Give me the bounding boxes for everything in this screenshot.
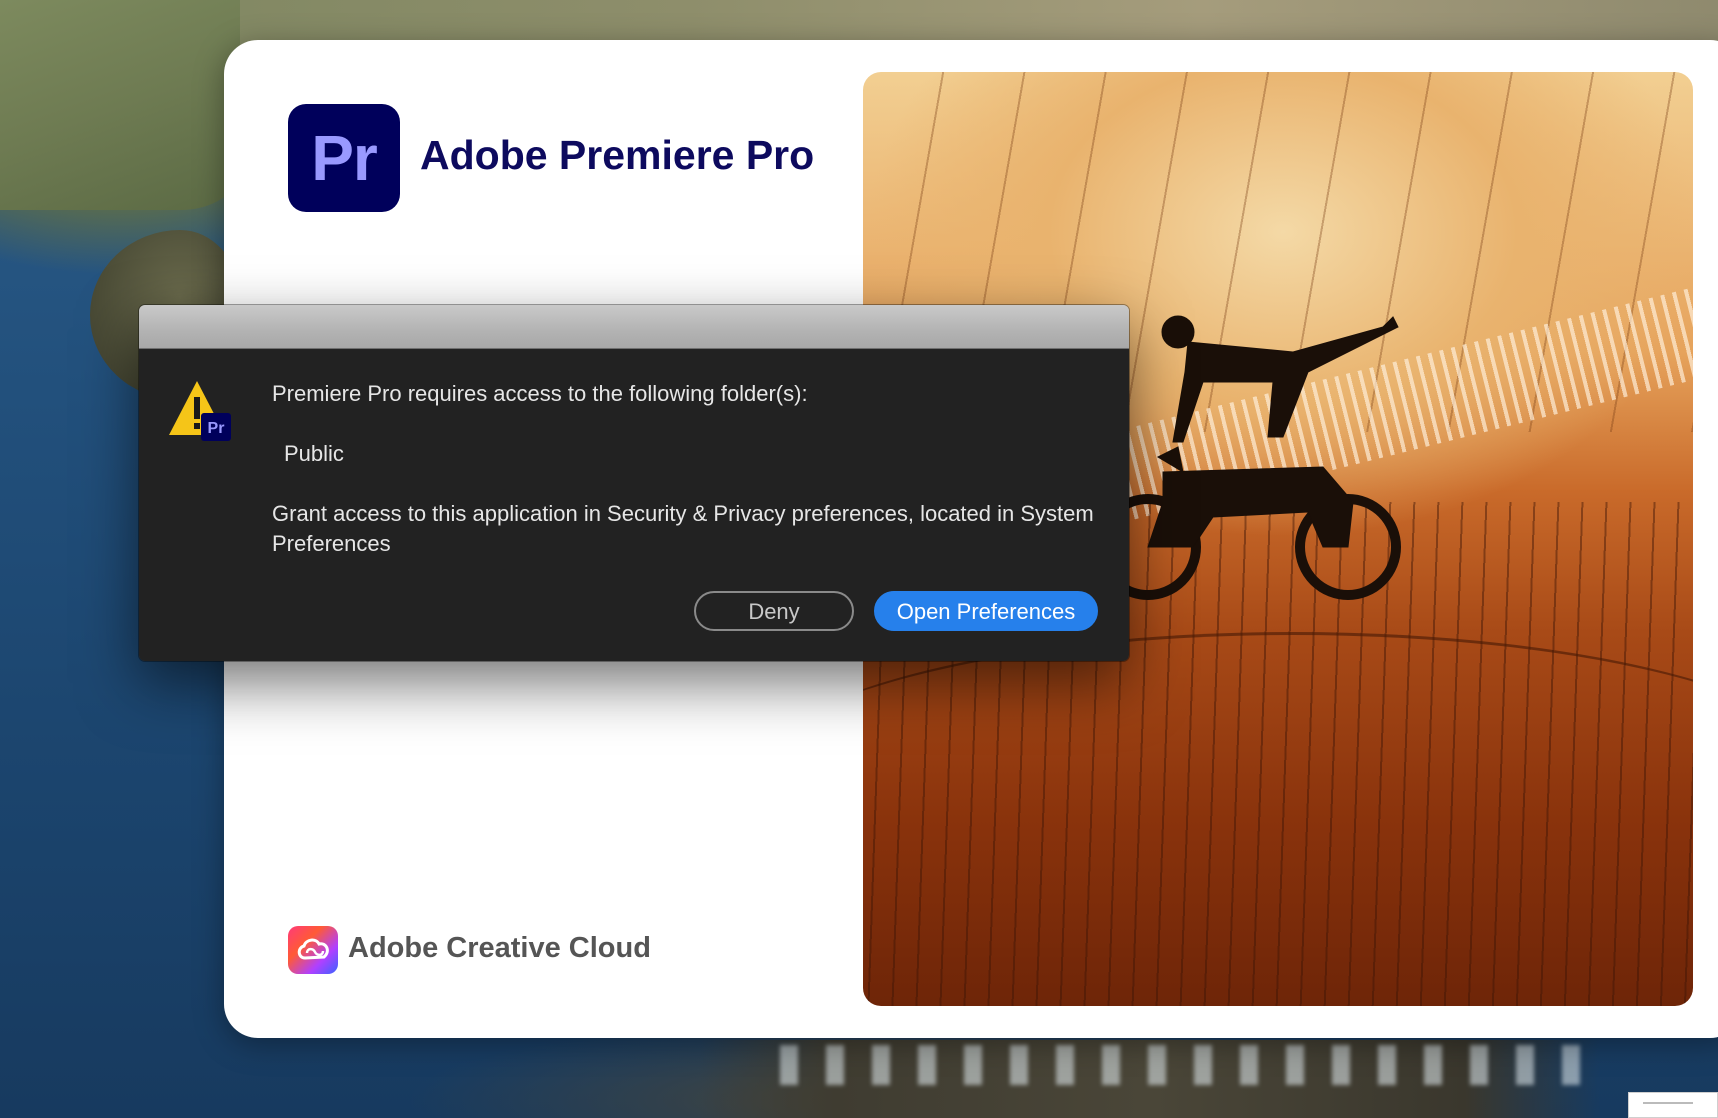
premiere-pro-logo: Pr (288, 104, 400, 212)
premiere-badge-icon: Pr (208, 420, 225, 437)
dialog-titlebar[interactable] (139, 305, 1129, 349)
motorcycle-rider-silhouette (1095, 315, 1401, 600)
dialog-instruction-continued: Preferences (272, 531, 391, 556)
dialog-instruction: Grant access to this application in Secu… (272, 501, 1094, 526)
screenshot-thumbnail[interactable] (1628, 1092, 1718, 1118)
folder-access-dialog: Pr Premiere Pro requires access to the f… (139, 305, 1129, 661)
warning-triangle-icon: Pr (169, 381, 231, 441)
creative-cloud-logo (288, 926, 338, 974)
creative-cloud-label: Adobe Creative Cloud (348, 932, 651, 964)
wallpaper-surf (780, 1045, 1600, 1085)
desktop-wallpaper: Pr Adobe Premiere Pro Adobe Creative Clo… (0, 0, 1718, 1118)
dialog-message: Premiere Pro requires access to the foll… (272, 381, 808, 406)
dialog-folder-name: Public (284, 441, 344, 466)
deny-button[interactable]: Deny (694, 591, 854, 631)
dialog-body: Pr Premiere Pro requires access to the f… (139, 349, 1129, 661)
app-title: Adobe Premiere Pro (420, 132, 815, 178)
open-preferences-button[interactable]: Open Preferences (874, 591, 1098, 631)
wallpaper-hillside (0, 0, 240, 210)
